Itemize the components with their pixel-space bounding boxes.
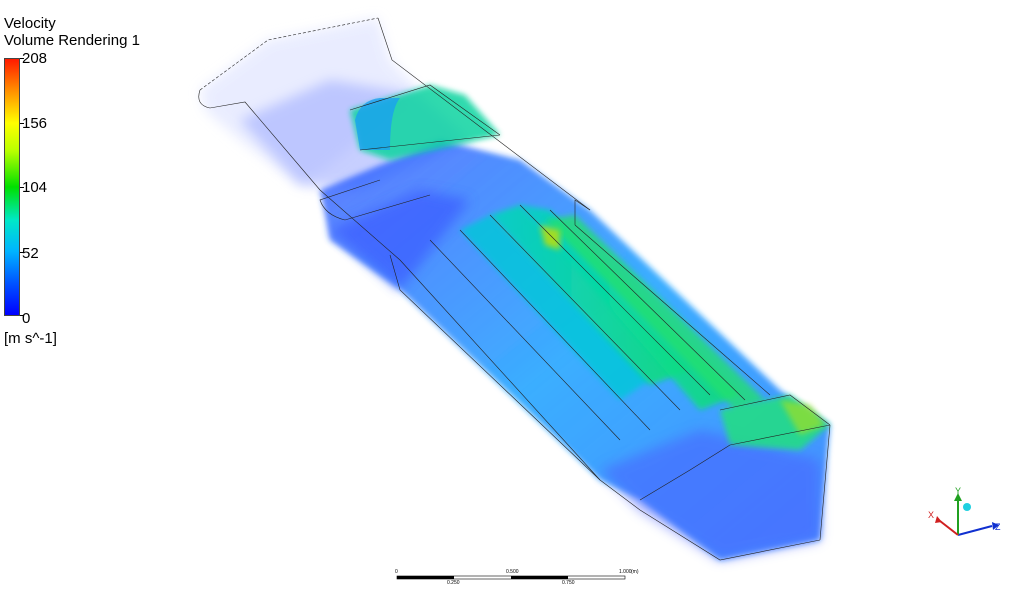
x-axis-arrow <box>935 516 942 523</box>
z-axis-label: Z <box>995 522 1001 532</box>
scale-bar: 0 0.500 1.000 (m) 0.250 0.750 <box>395 567 639 596</box>
volume-rendering-viewport[interactable] <box>0 0 1024 594</box>
scale-label-0-250: 0.250 <box>447 580 460 586</box>
y-axis-label: Y <box>955 486 961 496</box>
scale-label-1-000: 1.000 <box>619 569 632 575</box>
axis-triad: Y X Z <box>928 486 1001 536</box>
scale-unit: (m) <box>631 569 639 575</box>
scale-label-0-750: 0.750 <box>562 580 575 586</box>
scale-label-0-500: 0.500 <box>506 569 519 575</box>
z-axis-line <box>957 525 993 536</box>
x-axis-label: X <box>928 510 934 520</box>
x-axis-line <box>939 520 959 536</box>
scale-label-0: 0 <box>395 569 398 575</box>
view-ball-icon <box>963 503 971 511</box>
